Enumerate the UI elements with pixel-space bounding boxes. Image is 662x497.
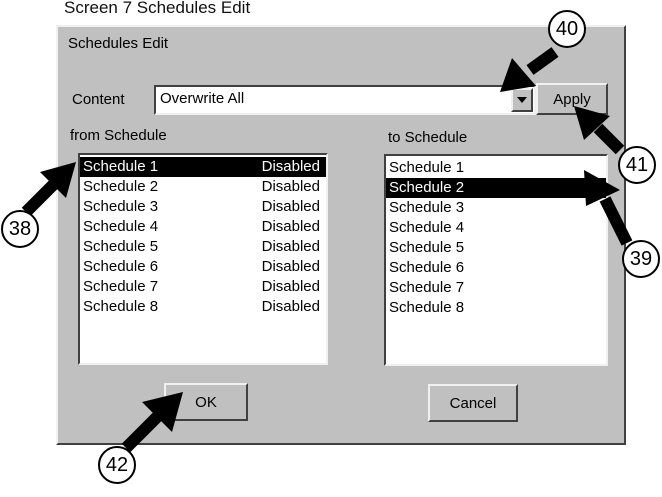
callout-41: 41 bbox=[618, 146, 656, 184]
callout-arrow-42 bbox=[121, 392, 183, 453]
callout-arrow-41 bbox=[574, 106, 625, 155]
callout-arrows bbox=[21, 47, 633, 453]
callout-42: 42 bbox=[98, 446, 136, 484]
callout-arrow-38 bbox=[21, 162, 76, 217]
callout-38: 38 bbox=[1, 210, 39, 248]
callout-arrow-40 bbox=[500, 47, 559, 92]
callout-39: 39 bbox=[622, 240, 660, 278]
callout-40: 40 bbox=[548, 10, 586, 48]
callout-arrow-39 bbox=[584, 170, 633, 246]
